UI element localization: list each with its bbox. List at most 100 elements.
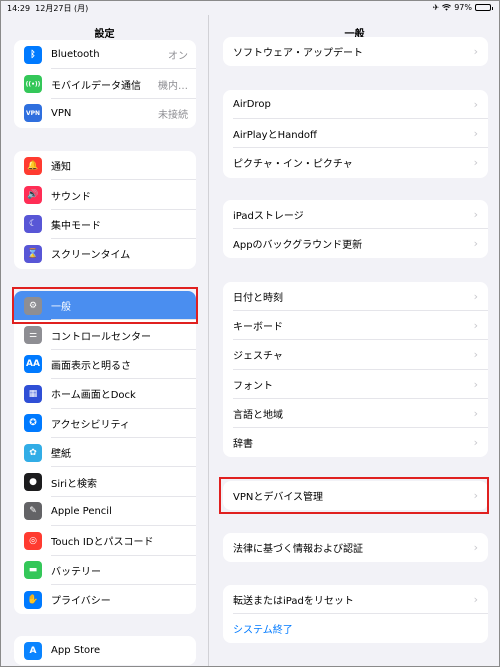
battery-icon: ▬ xyxy=(24,561,42,580)
sidebar-item-battery[interactable]: ▬ バッテリー xyxy=(14,556,196,586)
sidebar-item-label: サウンド xyxy=(51,191,91,203)
detail-row[interactable]: 転送またはiPadをリセット › xyxy=(223,585,488,615)
chevron-right-icon: › xyxy=(473,45,478,59)
chevron-right-icon: › xyxy=(473,319,478,333)
detail-row-label: AirDrop xyxy=(233,99,271,111)
settings-sidebar: 設定 ᛒ Bluetooth オン ((•)) モバイルデータ通信 機内… VPN VPN 未接… xyxy=(1,1,209,666)
sidebar-item-accessibility[interactable]: ✪ アクセシビリティ xyxy=(14,409,196,439)
general-detail-pane: 一般 ソフトウェア・アップデート › AirDrop › AirPlayとHandof… xyxy=(210,1,499,666)
sidebar-item-gear[interactable]: ⚙ 一般 xyxy=(14,291,196,321)
sidebar-item-bluetooth[interactable]: ᛒ Bluetooth オン xyxy=(14,40,196,70)
chevron-right-icon: › xyxy=(473,290,478,304)
sidebar-item-label: Bluetooth xyxy=(51,49,100,61)
sidebar-item-label: 壁紙 xyxy=(51,449,71,461)
detail-group-storage: iPadストレージ › Appのバックグラウンド更新 › xyxy=(223,200,488,259)
home-grid-icon: ▦ xyxy=(24,384,42,403)
detail-row[interactable]: iPadストレージ › xyxy=(223,200,488,230)
sidebar-item-home-grid[interactable]: ▦ ホーム画面とDock xyxy=(14,379,196,409)
text-size-icon: AA xyxy=(24,355,42,374)
sidebar-item-hourglass[interactable]: ⌛ スクリーンタイム xyxy=(14,239,196,268)
detail-row[interactable]: AirPlayとHandoff › xyxy=(223,119,488,149)
sidebar-item-label: Siriと検索 xyxy=(51,478,98,490)
chevron-right-icon: › xyxy=(473,208,478,222)
sidebar-item-label: 通知 xyxy=(51,162,71,174)
chevron-right-icon: › xyxy=(473,127,478,141)
sidebar-item-speaker[interactable]: 🔊 サウンド xyxy=(14,180,196,211)
battery-indicator-icon xyxy=(475,4,493,11)
sidebar-item-bell[interactable]: 🔔 通知 xyxy=(14,151,196,181)
chevron-right-icon: › xyxy=(473,593,478,607)
bell-icon: 🔔 xyxy=(24,156,42,175)
chevron-right-icon: › xyxy=(473,541,478,555)
detail-row-label: iPadストレージ xyxy=(233,211,304,223)
detail-row-label: ソフトウェア・アップデート xyxy=(233,48,363,60)
sidebar-item-label: モバイルデータ通信 xyxy=(51,80,141,92)
detail-row[interactable]: キーボード › xyxy=(223,311,488,341)
detail-group-airdrop: AirDrop › AirPlayとHandoff › ピクチャ・イン・ピクチャ › xyxy=(223,90,488,178)
vpn-icon: VPN xyxy=(24,104,42,123)
sidebar-item-value: 未接続 xyxy=(158,109,188,121)
sidebar-item-value: オン xyxy=(168,51,188,63)
speaker-icon: 🔊 xyxy=(24,186,42,205)
sidebar-group-system: ⚙ 一般 ⚌ コントロールセンター AA 画面表示と明るさ ▦ ホーム画面とDock ✪ アクセシ… xyxy=(14,291,196,615)
detail-row-label: ピクチャ・イン・ピクチャ xyxy=(233,159,353,171)
sidebar-item-pencil[interactable]: ✎ Apple Pencil xyxy=(14,497,196,527)
sidebar-item-value: 機内… xyxy=(158,80,188,92)
detail-row-label: フォント xyxy=(233,380,273,392)
detail-row[interactable]: ソフトウェア・アップデート › xyxy=(223,37,488,66)
status-time-date: 14:29 12月27日 (月) xyxy=(7,3,88,14)
sidebar-group-notifications: 🔔 通知 🔊 サウンド ☾ 集中モード ⌛ スクリーンタイム xyxy=(14,151,196,269)
sidebar-item-antenna[interactable]: ((•)) モバイルデータ通信 機内… xyxy=(14,69,196,100)
sidebar-item-label: アクセシビリティ xyxy=(51,419,130,431)
appstore-icon: A xyxy=(24,641,42,660)
detail-row[interactable]: 法律に基づく情報および認証 › xyxy=(223,533,488,562)
status-date: 12月27日 (月) xyxy=(35,4,89,13)
detail-row[interactable]: Appのバックグラウンド更新 › xyxy=(223,229,488,258)
chevron-right-icon: › xyxy=(473,377,478,391)
sidebar-item-label: 集中モード xyxy=(51,220,101,232)
sidebar-item-label: 画面表示と明るさ xyxy=(51,360,131,372)
hand-icon: ✋ xyxy=(24,590,42,609)
detail-row[interactable]: VPNとデバイス管理 › xyxy=(223,481,488,510)
detail-row[interactable]: システム終了 xyxy=(223,614,488,643)
sidebar-item-label: プライバシー xyxy=(51,596,111,608)
detail-row[interactable]: 辞書 › xyxy=(223,428,488,457)
chevron-right-icon: › xyxy=(473,489,478,503)
sidebar-item-hand[interactable]: ✋ プライバシー xyxy=(14,585,196,614)
sidebar-group-store: A App Store xyxy=(14,636,196,666)
sidebar-item-appstore[interactable]: A App Store xyxy=(14,636,196,665)
detail-row[interactable]: フォント › xyxy=(223,370,488,399)
sidebar-item-vpn[interactable]: VPN VPN 未接続 xyxy=(14,99,196,128)
detail-row-label: ジェスチャ xyxy=(233,351,283,363)
fingerprint-icon: ◎ xyxy=(24,531,42,550)
sidebar-item-moon[interactable]: ☾ 集中モード xyxy=(14,210,196,240)
chevron-right-icon: › xyxy=(473,156,478,170)
chevron-right-icon: › xyxy=(473,348,478,362)
battery-percent: 97% xyxy=(454,3,472,12)
wallpaper-icon: ✿ xyxy=(24,443,42,462)
detail-group-vpn: VPNとデバイス管理 › xyxy=(223,481,488,511)
gear-icon: ⚙ xyxy=(24,296,42,315)
status-time: 14:29 xyxy=(7,4,31,13)
chevron-right-icon: › xyxy=(473,406,478,420)
detail-row[interactable]: 日付と時刻 › xyxy=(223,282,488,312)
detail-group-update: ソフトウェア・アップデート › xyxy=(223,37,488,66)
detail-row[interactable]: ジェスチャ › xyxy=(223,340,488,370)
sidebar-group-connectivity: ᛒ Bluetooth オン ((•)) モバイルデータ通信 機内… VPN VPN 未接続 xyxy=(14,40,196,129)
detail-row-label: AirPlayとHandoff xyxy=(233,130,317,142)
detail-row[interactable]: 言語と地域 › xyxy=(223,399,488,429)
detail-row-label: 転送またはiPadをリセット xyxy=(233,596,354,608)
chevron-right-icon: › xyxy=(473,436,478,450)
detail-row[interactable]: ピクチャ・イン・ピクチャ › xyxy=(223,148,488,177)
sidebar-item-fingerprint[interactable]: ◎ Touch IDとパスコード xyxy=(14,526,196,556)
sidebar-item-toggles[interactable]: ⚌ コントロールセンター xyxy=(14,320,196,351)
sidebar-item-label: 一般 xyxy=(51,302,71,314)
sidebar-item-text-size[interactable]: AA 画面表示と明るさ xyxy=(14,350,196,380)
sidebar-title: 設定 xyxy=(94,29,115,40)
detail-row-label: 辞書 xyxy=(233,439,253,451)
sidebar-item-wallpaper[interactable]: ✿ 壁紙 xyxy=(14,438,196,468)
detail-group-reset: 転送またはiPadをリセット › システム終了 xyxy=(223,585,488,644)
toggles-icon: ⚌ xyxy=(24,326,42,345)
sidebar-item-siri[interactable]: ● Siriと検索 xyxy=(14,467,196,498)
detail-row[interactable]: AirDrop › xyxy=(223,90,488,120)
